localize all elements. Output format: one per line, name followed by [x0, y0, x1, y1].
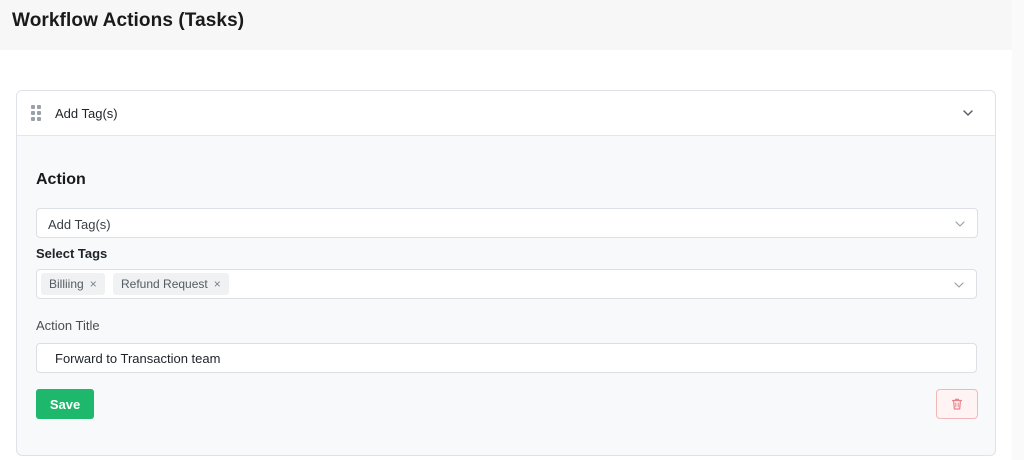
- tag-chip-label: Refund Request: [121, 277, 208, 291]
- chevron-down-icon: [954, 282, 964, 288]
- chevron-down-icon: [955, 221, 965, 227]
- action-card-header[interactable]: Add Tag(s): [17, 91, 995, 136]
- action-card-title: Add Tag(s): [55, 106, 118, 121]
- tag-remove-icon[interactable]: ×: [90, 273, 97, 295]
- tag-chip-label: Billiing: [49, 277, 84, 291]
- trash-icon: [951, 398, 963, 410]
- tag-remove-icon[interactable]: ×: [214, 273, 221, 295]
- action-type-value: Add Tag(s): [48, 217, 111, 232]
- save-button[interactable]: Save: [36, 389, 94, 419]
- tag-chip: Billiing ×: [41, 273, 105, 295]
- page-title: Workflow Actions (Tasks): [12, 10, 245, 31]
- delete-button[interactable]: [936, 389, 978, 419]
- action-title-input[interactable]: [36, 343, 977, 373]
- page-header: Workflow Actions (Tasks): [0, 0, 1012, 50]
- action-card: Add Tag(s) Action Add Tag(s) Select Tags…: [16, 90, 996, 456]
- drag-handle-icon[interactable]: [31, 105, 41, 121]
- action-type-select[interactable]: Add Tag(s): [36, 208, 978, 238]
- select-tags-input[interactable]: Billiing × Refund Request ×: [36, 269, 977, 299]
- action-title-label: Action Title: [36, 318, 100, 333]
- chevron-down-icon[interactable]: [961, 106, 975, 120]
- scrollbar[interactable]: [1012, 0, 1024, 460]
- section-title-action: Action: [36, 171, 86, 188]
- tag-chip: Refund Request ×: [113, 273, 229, 295]
- select-tags-label: Select Tags: [36, 246, 108, 261]
